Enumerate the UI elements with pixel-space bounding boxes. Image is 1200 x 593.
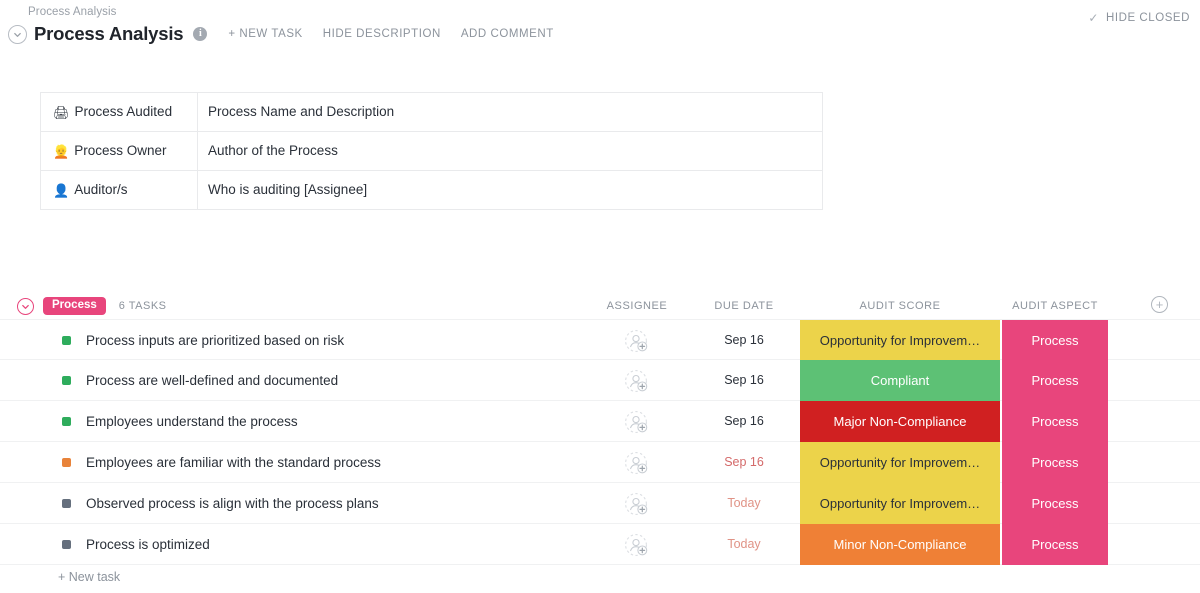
assignee-avatar-placeholder[interactable]	[624, 369, 648, 393]
group-header-left: Process 6 TASKS	[17, 293, 167, 319]
add-comment-button[interactable]: ADD COMMENT	[461, 28, 554, 40]
table-row: 🖨 Process Audited Process Name and Descri…	[41, 93, 823, 132]
description-value-cell[interactable]: Process Name and Description	[198, 93, 823, 132]
audit-score-cell[interactable]: Opportunity for Improvem…	[800, 483, 1000, 524]
table-row: 👤 Auditor/s Who is auditing [Assignee]	[41, 171, 823, 210]
description-key-cell[interactable]: 👱 Process Owner	[41, 132, 198, 171]
due-date[interactable]: Sep 16	[694, 320, 794, 361]
task-list: Process inputs are prioritized based on …	[0, 319, 1200, 565]
audit-score-cell[interactable]: Minor Non-Compliance	[800, 524, 1000, 565]
status-badge[interactable]: Process	[43, 297, 106, 316]
hide-closed-toggle[interactable]: ✓ HIDE CLOSED	[1088, 12, 1190, 24]
task-status-indicator[interactable]	[62, 417, 71, 426]
task-status-indicator[interactable]	[62, 499, 71, 508]
bust-silhouette-emoji: 👤	[53, 183, 69, 199]
person-blond-emoji: 👱	[53, 144, 69, 160]
description-key-cell[interactable]: 👤 Auditor/s	[41, 171, 198, 210]
audit-score-cell[interactable]: Opportunity for Improvem…	[800, 442, 1000, 483]
task-name[interactable]: Process is optimized	[86, 524, 210, 565]
printer-emoji: 🖨	[53, 105, 70, 121]
breadcrumb[interactable]: Process Analysis	[28, 6, 117, 18]
due-date[interactable]: Sep 16	[694, 442, 794, 483]
audit-score-cell[interactable]: Opportunity for Improvem…	[800, 320, 1000, 361]
description-key-label: Auditor/s	[74, 182, 127, 197]
description-key-label: Process Owner	[74, 143, 166, 158]
audit-score-cell[interactable]: Major Non-Compliance	[800, 401, 1000, 442]
description-value-cell[interactable]: Who is auditing [Assignee]	[198, 171, 823, 210]
table-row[interactable]: Process are well-defined and documented …	[0, 360, 1200, 401]
due-date[interactable]: Today	[694, 483, 794, 524]
task-status-indicator[interactable]	[62, 376, 71, 385]
table-row[interactable]: Employees understand the process Sep 16M…	[0, 401, 1200, 442]
title-row: Process Analysis i + NEW TASK HIDE DESCR…	[8, 22, 554, 46]
hide-description-button[interactable]: HIDE DESCRIPTION	[323, 28, 441, 40]
chevron-down-icon[interactable]	[8, 25, 27, 44]
task-status-indicator[interactable]	[62, 540, 71, 549]
hide-closed-label: HIDE CLOSED	[1106, 12, 1190, 24]
task-status-indicator[interactable]	[62, 336, 71, 345]
audit-aspect-cell[interactable]: Process	[1002, 442, 1108, 483]
chevron-down-icon[interactable]	[17, 298, 34, 315]
task-status-indicator[interactable]	[62, 458, 71, 467]
assignee-avatar-placeholder[interactable]	[624, 492, 648, 516]
table-row: 👱 Process Owner Author of the Process	[41, 132, 823, 171]
column-header-assignee[interactable]: ASSIGNEE	[592, 293, 682, 319]
check-icon: ✓	[1088, 12, 1099, 24]
description-table: 🖨 Process Audited Process Name and Descri…	[40, 92, 823, 210]
due-date[interactable]: Sep 16	[694, 360, 794, 401]
audit-aspect-cell[interactable]: Process	[1002, 320, 1108, 361]
info-icon[interactable]: i	[193, 27, 207, 41]
task-count: 6 TASKS	[119, 300, 167, 312]
table-row[interactable]: Process inputs are prioritized based on …	[0, 319, 1200, 360]
assignee-avatar-placeholder[interactable]	[624, 410, 648, 434]
task-name[interactable]: Employees understand the process	[86, 401, 298, 442]
new-task-button[interactable]: + NEW TASK	[228, 28, 302, 40]
audit-aspect-cell[interactable]: Process	[1002, 360, 1108, 401]
task-name[interactable]: Employees are familiar with the standard…	[86, 442, 381, 483]
assignee-avatar-placeholder[interactable]	[624, 533, 648, 557]
audit-aspect-cell[interactable]: Process	[1002, 401, 1108, 442]
column-header-due-date[interactable]: DUE DATE	[694, 293, 794, 319]
assignee-avatar-placeholder[interactable]	[624, 451, 648, 475]
audit-aspect-cell[interactable]: Process	[1002, 483, 1108, 524]
task-name[interactable]: Observed process is align with the proce…	[86, 483, 379, 524]
table-row[interactable]: Process is optimized TodayMinor Non-Comp…	[0, 524, 1200, 565]
assignee-avatar-placeholder[interactable]	[624, 329, 648, 353]
description-table-body: 🖨 Process Audited Process Name and Descri…	[41, 93, 823, 210]
description-value-cell[interactable]: Author of the Process	[198, 132, 823, 171]
task-name[interactable]: Process inputs are prioritized based on …	[86, 320, 344, 361]
column-header-audit-aspect[interactable]: AUDIT ASPECT	[1000, 293, 1110, 319]
group-header: Process 6 TASKS ASSIGNEE DUE DATE AUDIT …	[0, 293, 1200, 319]
new-task-link[interactable]: + New task	[58, 570, 120, 584]
table-row[interactable]: Employees are familiar with the standard…	[0, 442, 1200, 483]
due-date[interactable]: Sep 16	[694, 401, 794, 442]
audit-aspect-cell[interactable]: Process	[1002, 524, 1108, 565]
audit-score-cell[interactable]: Compliant	[800, 360, 1000, 401]
description-key-label: Process Audited	[75, 104, 173, 119]
table-row[interactable]: Observed process is align with the proce…	[0, 483, 1200, 524]
due-date[interactable]: Today	[694, 524, 794, 565]
task-name[interactable]: Process are well-defined and documented	[86, 360, 338, 401]
description-key-cell[interactable]: 🖨 Process Audited	[41, 93, 198, 132]
plus-circle-icon[interactable]: +	[1151, 296, 1168, 313]
page-title[interactable]: Process Analysis	[34, 23, 183, 45]
column-header-audit-score[interactable]: AUDIT SCORE	[800, 293, 1000, 319]
